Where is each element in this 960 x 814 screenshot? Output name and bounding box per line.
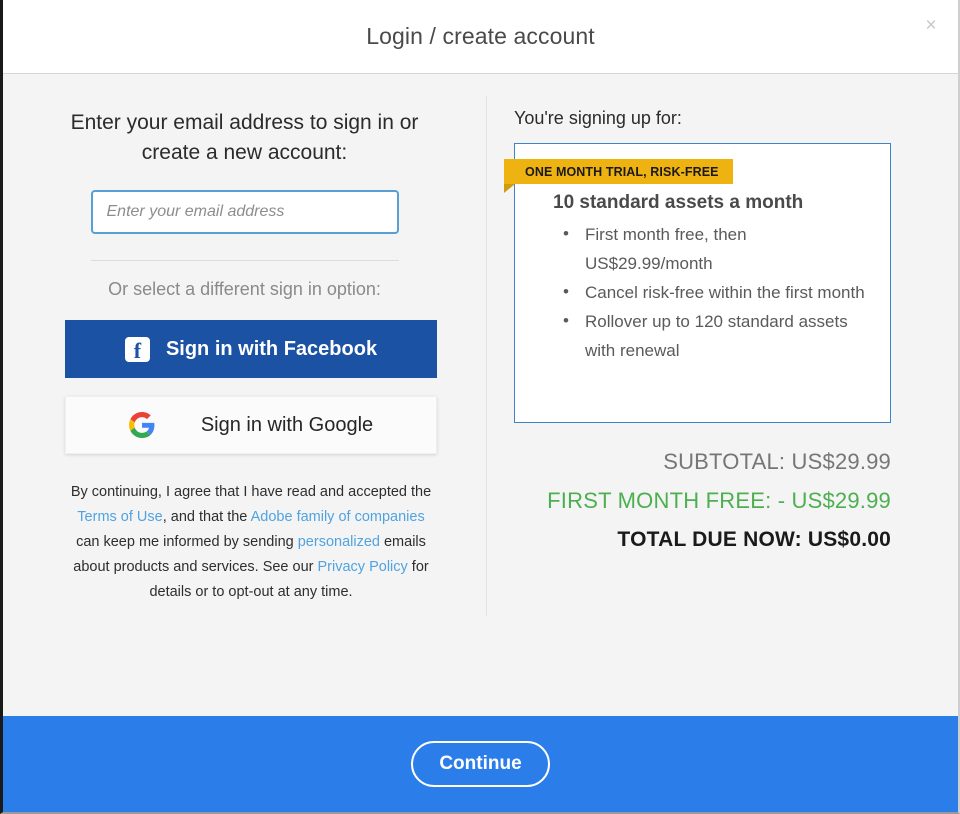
panel-divider (486, 96, 487, 616)
legal-consent-text: By continuing, I agree that I have read … (65, 480, 437, 605)
google-signin-button[interactable]: Sign in with Google (65, 396, 437, 454)
other-signin-label: Or select a different sign in option: (108, 279, 381, 299)
signin-heading: Enter your email address to sign in or c… (70, 111, 419, 164)
plan-summary-panel: You're signing up for: ONE MONTH TRIAL, … (486, 74, 960, 716)
continue-button[interactable]: Continue (411, 741, 550, 787)
plan-title: 10 standard assets a month (553, 192, 804, 213)
total-due-row: TOTAL DUE NOW: US$0.00 (617, 528, 891, 551)
dialog-body: Enter your email address to sign in or c… (3, 74, 958, 716)
adobe-family-link[interactable]: Adobe family of companies (251, 509, 425, 525)
trial-badge: ONE MONTH TRIAL, RISK-FREE (504, 159, 733, 193)
legal-part-1: By continuing, I agree that I have read … (70, 484, 432, 500)
totals-section: SUBTOTAL: US$29.99 FIRST MONTH FREE: - U… (514, 449, 891, 552)
first-month-free-row: FIRST MONTH FREE: - US$29.99 (547, 488, 891, 513)
list-item: Rollover up to 120 standard assets with … (559, 306, 868, 365)
close-icon[interactable]: × (918, 12, 944, 38)
divider (90, 260, 399, 261)
terms-of-use-link[interactable]: Terms of Use (77, 509, 162, 525)
signin-panel: Enter your email address to sign in or c… (3, 74, 486, 716)
google-icon (128, 412, 155, 438)
list-item: First month free, then US$29.99/month (559, 219, 868, 278)
signing-up-label: You're signing up for: (514, 108, 682, 128)
plan-feature-list: First month free, then US$29.99/month Ca… (559, 219, 868, 365)
google-button-label: Sign in with Google (200, 413, 374, 436)
dialog-header: Login / create account × (3, 0, 958, 74)
email-field[interactable] (90, 190, 399, 234)
privacy-policy-link[interactable]: Privacy Policy (318, 559, 408, 575)
facebook-glyph: f (133, 337, 142, 363)
dialog-footer: Continue (3, 716, 958, 812)
list-item: Cancel risk-free within the first month (559, 277, 868, 307)
personalized-link[interactable]: personalized (298, 534, 380, 550)
facebook-signin-button[interactable]: f Sign in with Facebook (65, 320, 437, 378)
subtotal-row: SUBTOTAL: US$29.99 (663, 449, 891, 474)
login-dialog: Login / create account × Enter your emai… (0, 0, 960, 814)
page-title: Login / create account (366, 23, 595, 49)
facebook-icon: f (124, 336, 150, 363)
plan-card: ONE MONTH TRIAL, RISK-FREE 10 standard a… (504, 143, 891, 423)
legal-part-3: can keep me informed by sending (76, 534, 298, 550)
facebook-button-label: Sign in with Facebook (165, 337, 378, 360)
legal-part-2: , and that the (162, 509, 251, 525)
